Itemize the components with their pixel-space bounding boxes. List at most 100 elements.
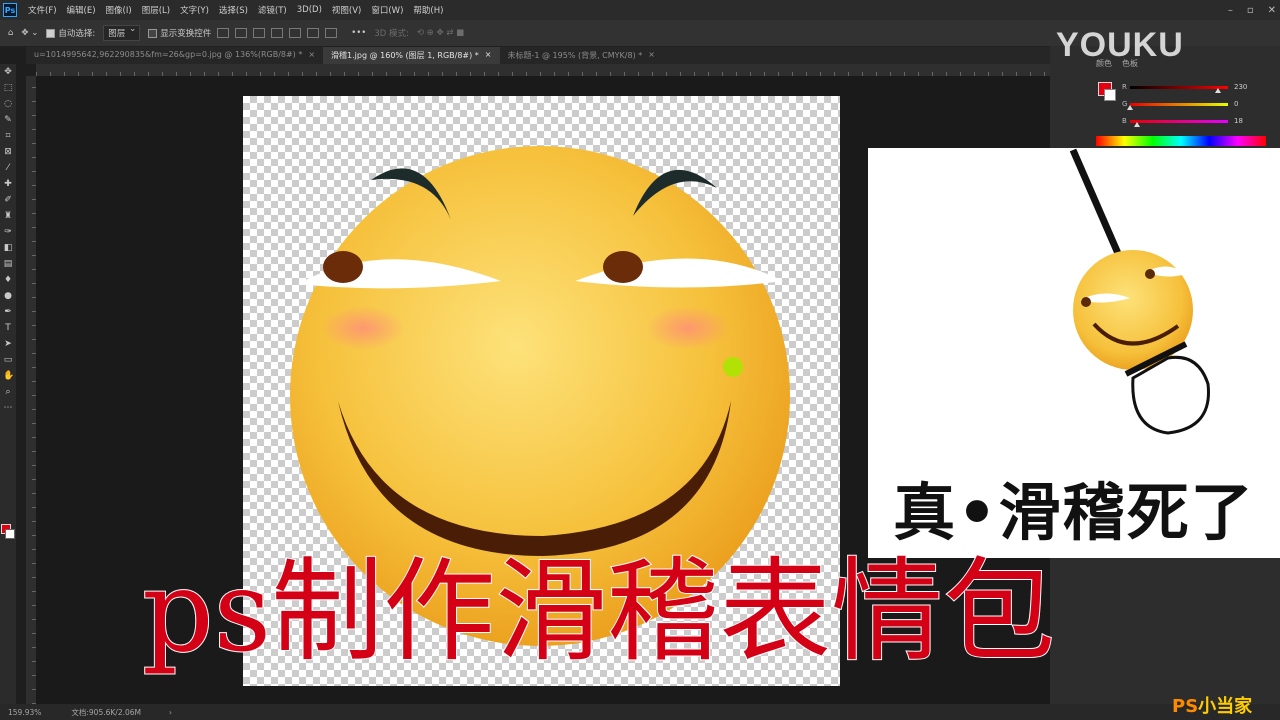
menu-edit[interactable]: 编辑(E) [62,4,101,16]
lasso-tool-icon[interactable]: ◌ [3,99,13,109]
slider-label-r: R [1122,83,1127,91]
auto-select-toggle[interactable]: 自动选择: [46,27,95,39]
menu-bar: Ps 文件(F) 编辑(E) 图像(I) 图层(L) 文字(Y) 选择(S) 滤… [0,0,1280,20]
slider-value-b[interactable]: 18 [1234,117,1243,125]
minimize-icon[interactable]: – [1228,5,1233,16]
tab-label: 滑稽1.jpg @ 160% (图层 1, RGB/8#) * [331,51,479,60]
meme-card: 真•滑稽死了 [868,148,1280,558]
tab-doc-1[interactable]: u=1014995642,962290835&fm=26&gp=0.jpg @ … [26,47,323,64]
slider-value-r[interactable]: 230 [1234,83,1247,91]
slider-r[interactable] [1130,86,1228,89]
align-center-icon[interactable] [235,28,248,38]
tab-close-icon[interactable]: × [485,50,492,61]
tab-label: 未标题-1 @ 195% (背景, CMYK/8) * [507,51,643,60]
align-left-icon[interactable] [217,28,230,38]
tab-label: u=1014995642,962290835&fm=26&gp=0.jpg @ … [34,50,303,59]
healing-tool-icon[interactable]: ✚ [3,179,13,189]
tools-panel: ✥ ⬚ ◌ ✎ ⌗ ⊠ ⁄ ✚ ✐ ♜ ✑ ◧ ▤ ♦ ● ✒ T ➤ ▭ ✋ … [0,64,16,704]
align-middle-icon[interactable] [289,28,302,38]
panel-background-swatch[interactable] [1104,89,1116,101]
tab-swatches[interactable]: 色板 [1122,58,1138,69]
slider-thumb-b[interactable] [1133,122,1140,127]
menu-view[interactable]: 视图(V) [327,4,366,16]
hand-tool-icon[interactable]: ✋ [3,371,14,381]
color-panel-tabs: 颜色 色板 [1096,58,1138,69]
menu-file[interactable]: 文件(F) [23,4,62,16]
frame-tool-icon[interactable]: ⊠ [3,147,13,157]
slider-thumb-g[interactable] [1127,105,1133,110]
ruler-horizontal [36,64,1050,76]
show-transform-checkbox[interactable] [148,28,158,38]
path-select-tool-icon[interactable]: ➤ [3,339,13,349]
tab-close-icon[interactable]: × [308,50,315,61]
channel-logo-name: 小当家 [1198,696,1253,717]
cursor-highlight [723,357,743,377]
distribute-icon[interactable] [325,28,338,38]
doc-size: 文档:905.6K/2.06M [71,707,141,717]
zoom-tool-icon[interactable]: ⌕ [3,387,13,397]
3d-tools-icon[interactable]: ⟲ ⊕ ✥ ⇄ ■ [417,28,464,38]
dodge-tool-icon[interactable]: ● [3,291,13,301]
crop-tool-icon[interactable]: ⌗ [3,131,13,141]
more-tools-icon[interactable]: ⋯ [3,403,13,413]
shape-tool-icon[interactable]: ▭ [3,355,13,365]
align-top-icon[interactable] [271,28,284,38]
menu-type[interactable]: 文字(Y) [175,4,214,16]
channel-logo-ps: PS [1172,696,1199,717]
type-tool-icon[interactable]: T [3,323,13,333]
stamp-tool-icon[interactable]: ♜ [3,211,13,221]
quick-select-tool-icon[interactable]: ✎ [3,115,13,125]
tab-doc-2[interactable]: 滑稽1.jpg @ 160% (图层 1, RGB/8#) * × [323,47,500,64]
video-caption: ps制作滑稽表情包 [141,547,1056,677]
hanging-emoji-image [1069,148,1210,435]
tab-close-icon[interactable]: × [648,50,655,61]
show-transform-label: 显示变换控件 [160,29,212,39]
status-bar: 159.93% 文档:905.6K/2.06M › [0,704,1280,720]
align-right-icon[interactable] [253,28,266,38]
move-tool-icon[interactable]: ✥ ⌄ [21,28,38,38]
history-brush-icon[interactable]: ✑ [3,227,13,237]
close-icon[interactable]: ✕ [1268,5,1276,16]
eraser-tool-icon[interactable]: ◧ [3,243,13,253]
gradient-tool-icon[interactable]: ▤ [3,259,13,269]
tab-color[interactable]: 颜色 [1096,58,1112,69]
slider-value-g[interactable]: 0 [1234,100,1238,108]
window-controls: – ▫ ✕ [1228,0,1276,20]
marquee-tool-icon[interactable]: ⬚ [3,83,13,93]
show-transform-toggle[interactable]: 显示变换控件 [148,27,211,39]
more-options-icon[interactable]: ••• [351,28,366,38]
slider-g[interactable] [1130,103,1228,106]
brush-tool-icon[interactable]: ✐ [3,195,13,205]
zoom-level[interactable]: 159.93% [8,708,41,717]
slider-label-b: B [1122,117,1127,125]
slider-thumb-r[interactable] [1215,88,1222,93]
3d-mode-label: 3D 模式: [374,29,409,39]
ruler-vertical [26,76,36,704]
auto-select-dropdown[interactable]: 图层 [103,24,141,41]
status-menu-arrow-icon[interactable]: › [169,708,172,717]
menu-select[interactable]: 选择(S) [214,4,253,16]
menu-help[interactable]: 帮助(H) [408,4,448,16]
home-icon[interactable]: ⌂ [8,28,13,38]
blur-tool-icon[interactable]: ♦ [3,275,13,285]
menu-window[interactable]: 窗口(W) [366,4,408,16]
card-caption: 真•滑稽死了 [893,476,1255,549]
move-tool-icon[interactable]: ✥ [3,67,13,77]
tab-doc-3[interactable]: 未标题-1 @ 195% (背景, CMYK/8) * × [500,47,663,64]
channel-logo: PS小当家 [1172,692,1252,718]
maximize-icon[interactable]: ▫ [1247,5,1254,16]
align-bottom-icon[interactable] [307,28,320,38]
auto-select-checkbox[interactable] [46,28,56,38]
document-tabs: u=1014995642,962290835&fm=26&gp=0.jpg @ … [26,47,1050,64]
pen-tool-icon[interactable]: ✒ [3,307,13,317]
slider-b[interactable] [1130,120,1228,123]
color-spectrum[interactable] [1096,136,1266,146]
menu-layer[interactable]: 图层(L) [137,4,175,16]
menu-3d[interactable]: 3D(D) [292,5,327,15]
menu-image[interactable]: 图像(I) [101,4,137,16]
eyedropper-tool-icon[interactable]: ⁄ [3,163,13,173]
auto-select-label: 自动选择: [58,29,96,39]
background-color-swatch[interactable] [5,529,15,539]
photoshop-logo: Ps [3,3,17,17]
menu-filter[interactable]: 滤镜(T) [253,4,292,16]
